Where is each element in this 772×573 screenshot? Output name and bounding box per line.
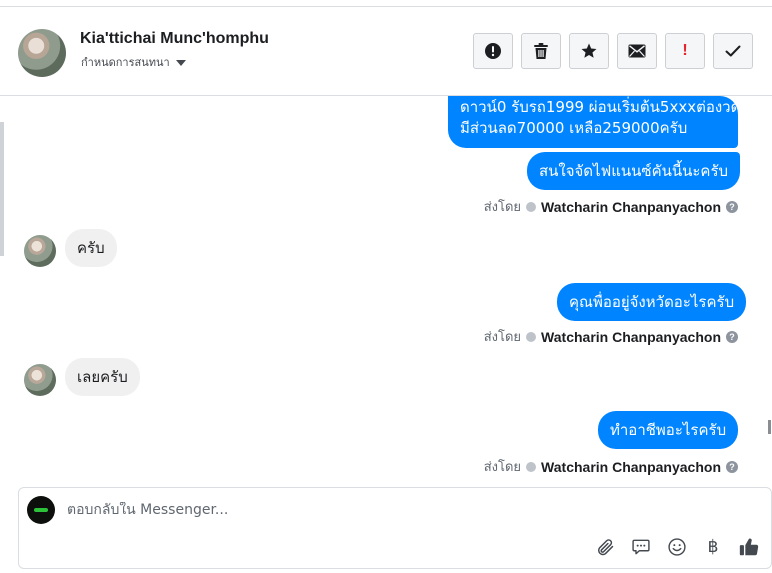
outgoing-message[interactable]: สนใจจัดไฟแนนซ์คันนี้นะครับ [527,152,741,190]
sender-name: Watcharin Chanpanyachon [541,198,721,215]
page-avatar [27,496,55,524]
reply-composer: ฿ [18,487,772,569]
incoming-message[interactable]: ครับ [65,229,117,267]
sent-by-label: ส่งโดย Watcharin Chanpanyachon ? [484,326,738,347]
outgoing-message[interactable]: ทำอาชีพอะไรครับ [598,411,739,449]
caret-down-icon [175,59,186,66]
like-button[interactable] [737,535,761,559]
envelope-icon [628,44,646,58]
saved-replies-button[interactable] [629,535,653,559]
message-line: ดาวน์0 รับรถ1999 ผ่อนเริ่มต้น5xxxต่องวด [460,98,741,116]
sent-by-prefix: ส่งโดย [483,330,522,345]
conversation-header: Kia'ttichai Munc'homphu กำหนดการสนทนา ! [0,6,772,96]
contact-name[interactable]: Kia'ttichai Munc'homphu [80,30,269,48]
thumbs-up-icon [739,538,759,556]
assign-label: กำหนดการสนทนา [81,56,170,69]
left-scrollbar[interactable] [0,122,4,256]
assign-conversation-dropdown[interactable]: กำหนดการสนทนา [81,53,186,71]
help-icon[interactable]: ? [726,460,738,473]
trash-icon [534,43,548,59]
contact-avatar-small [24,364,56,396]
exclamation-icon: ! [682,42,688,59]
baht-icon: ฿ [707,537,719,557]
sent-by-label: ส่งโดย Watcharin Chanpanyachon ? [484,456,738,477]
contact-avatar[interactable] [18,29,66,77]
attach-button[interactable] [593,535,617,559]
help-icon[interactable]: ? [726,200,738,213]
paperclip-icon [598,539,614,556]
right-scroll-handle[interactable] [768,420,771,434]
emoji-button[interactable] [665,535,689,559]
delete-button[interactable] [521,33,561,69]
verified-check-icon [526,461,537,472]
star-button[interactable] [569,33,609,69]
outgoing-message[interactable]: ดาวน์0 รับรถ1999 ผ่อนเริ่มต้น5xxxต่องวด … [448,96,741,148]
sent-by-label: ส่งโดย Watcharin Chanpanyachon ? [484,196,738,217]
help-icon[interactable]: ? [726,330,738,343]
mark-unread-button[interactable] [617,33,657,69]
outgoing-message[interactable]: คุณพื่ออยู่จังหวัดอะไรครับ [557,283,747,321]
spam-report-button[interactable] [473,33,513,69]
smiley-icon [668,538,686,556]
mark-important-button[interactable]: ! [665,33,705,69]
sender-name: Watcharin Chanpanyachon [541,458,721,475]
reply-input[interactable] [67,502,587,518]
sent-by-prefix: ส่งโดย [483,200,522,215]
sent-by-prefix: ส่งโดย [483,460,522,475]
mark-done-button[interactable] [713,33,753,69]
conversation-toolbar: ! [473,33,753,69]
chat-bubble-icon [632,539,650,555]
payment-button[interactable]: ฿ [701,535,725,559]
star-icon [581,43,597,58]
sender-name: Watcharin Chanpanyachon [541,328,721,345]
checkmark-icon [725,45,741,57]
composer-actions: ฿ [593,535,761,559]
contact-avatar-small [24,235,56,267]
verified-check-icon [526,201,537,212]
verified-check-icon [526,331,537,342]
alert-circle-icon [485,43,501,59]
incoming-message[interactable]: เลยครับ [65,358,140,396]
message-line: มีส่วนลด70000 เหลือ259000ครับ [460,119,688,137]
